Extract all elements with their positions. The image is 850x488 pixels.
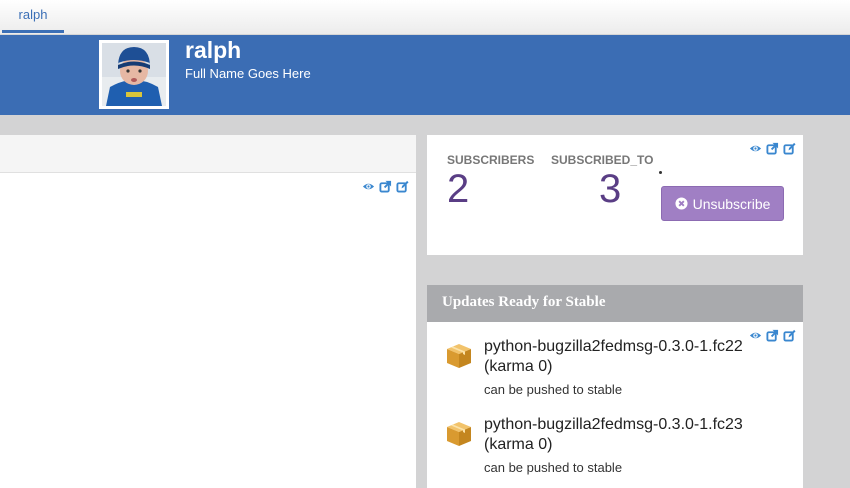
unsubscribe-label: Unsubscribe (692, 195, 771, 212)
profile-full-name: Full Name Goes Here (185, 66, 311, 81)
update-title[interactable]: python-bugzilla2fedmsg-0.3.0-1.fc22 (kar… (484, 337, 754, 377)
eye-icon[interactable] (362, 180, 375, 193)
subscribers-count[interactable]: 2 (447, 165, 469, 213)
external-link-icon[interactable] (766, 142, 779, 155)
update-status: can be pushed to stable (484, 460, 623, 475)
profile-header: ralph Full Name Goes Here (0, 35, 850, 115)
edit-icon[interactable] (783, 329, 796, 342)
updates-card: Updates Ready for Stable python-bugzilla… (427, 285, 803, 488)
edit-icon[interactable] (783, 142, 796, 155)
tab-ralph[interactable]: ralph (2, 0, 64, 33)
separator-dot (659, 171, 662, 174)
package-icon (447, 344, 471, 368)
avatar (99, 40, 169, 109)
update-title[interactable]: python-bugzilla2fedmsg-0.3.0-1.fc23 (kar… (484, 415, 754, 455)
subscribed-to-count[interactable]: 3 (599, 165, 621, 213)
left-widget-tools (362, 180, 409, 193)
avatar-photo (102, 43, 166, 106)
updates-card-title: Updates Ready for Stable (427, 285, 803, 322)
close-circle-icon (675, 197, 688, 210)
profile-username: ralph (185, 37, 242, 63)
edit-icon[interactable] (396, 180, 409, 193)
left-widget-panel (0, 135, 416, 488)
subscriptions-tools (749, 142, 796, 155)
eye-icon[interactable] (749, 142, 762, 155)
unsubscribe-button[interactable]: Unsubscribe (661, 186, 784, 221)
external-link-icon[interactable] (379, 180, 392, 193)
update-status: can be pushed to stable (484, 382, 623, 397)
package-icon (447, 422, 471, 446)
external-link-icon[interactable] (766, 329, 779, 342)
subscriptions-card: SUBSCRIBERS 2 SUBSCRIBED_TO 3 Unsubscrib… (427, 135, 803, 255)
updates-tools (749, 329, 796, 342)
left-widget-header (0, 135, 416, 173)
top-tab-bar: ralph (0, 0, 850, 35)
